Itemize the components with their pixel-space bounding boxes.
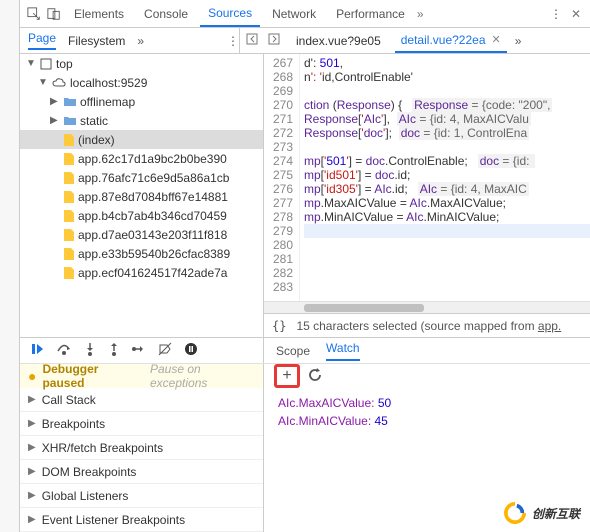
deactivate-breakpoints-icon[interactable] xyxy=(158,342,172,359)
subtab-filesystem[interactable]: Filesystem xyxy=(68,34,125,48)
acc-dom-breakpoints[interactable]: ▶DOM Breakpoints xyxy=(20,460,263,484)
tree-file[interactable]: app.d7ae03143e203f11f818 xyxy=(20,225,263,244)
close-icon[interactable]: ✕ xyxy=(492,33,501,46)
file-tab-label: detail.vue?22ea xyxy=(401,33,486,47)
tree-index[interactable]: (index) xyxy=(20,130,263,149)
file-icon xyxy=(64,229,74,241)
subtab-menu[interactable]: ⋮ xyxy=(227,34,239,48)
code-editor[interactable]: 2672682692702712722732742752762772782792… xyxy=(264,54,590,301)
tree-host[interactable]: ▼localhost:9529 xyxy=(20,73,263,92)
nav-next-icon[interactable] xyxy=(268,32,282,49)
tree-file[interactable]: app.e33b59540b26cfac8389 xyxy=(20,244,263,263)
file-icon xyxy=(64,172,74,184)
file-tabs-overflow[interactable]: » xyxy=(515,34,522,48)
subtab-page[interactable]: Page xyxy=(28,31,56,50)
acc-global-listeners[interactable]: ▶Global Listeners xyxy=(20,484,263,508)
file-tab-detail[interactable]: detail.vue?22ea ✕ xyxy=(395,28,507,53)
tree-top[interactable]: ▼top xyxy=(20,54,263,73)
debugger-paused-banner: ● Debugger paused Pause on exceptions xyxy=(20,364,264,388)
tab-console[interactable]: Console xyxy=(136,0,196,27)
cloud-icon xyxy=(52,78,66,88)
pause-exceptions-label: Pause on exceptions xyxy=(150,362,255,390)
file-tab-index[interactable]: index.vue?9e05 xyxy=(290,28,387,53)
resume-icon[interactable] xyxy=(30,342,44,359)
file-icon xyxy=(64,248,74,260)
watermark: 创新互联 xyxy=(500,500,584,526)
folder-icon xyxy=(64,116,76,126)
status-text: 15 characters selected (source mapped fr… xyxy=(296,319,537,333)
close-devtools[interactable]: ✕ xyxy=(568,7,584,21)
add-watch-button[interactable]: + xyxy=(274,364,300,388)
format-icon[interactable]: {} xyxy=(272,319,286,333)
navigator-tree: ▼top ▼localhost:9529 ▶offlinemap ▶static… xyxy=(20,54,264,337)
main-tabs: Elements Console Sources Network Perform… xyxy=(20,0,590,28)
file-icon xyxy=(64,191,74,203)
tab-elements[interactable]: Elements xyxy=(66,0,132,27)
tree-static[interactable]: ▶static xyxy=(20,111,263,130)
frame-icon xyxy=(40,58,52,70)
tab-watch[interactable]: Watch xyxy=(326,341,360,361)
acc-xhr-breakpoints[interactable]: ▶XHR/fetch Breakpoints xyxy=(20,436,263,460)
file-icon xyxy=(64,267,74,279)
tree-offlinemap[interactable]: ▶offlinemap xyxy=(20,92,263,111)
tree-file[interactable]: app.b4cb7ab4b346cd70459 xyxy=(20,206,263,225)
tree-file[interactable]: app.87e8d7084bff67e14881 xyxy=(20,187,263,206)
tab-scope[interactable]: Scope xyxy=(276,344,310,358)
step-over-icon[interactable] xyxy=(56,342,72,359)
watermark-icon xyxy=(504,502,526,524)
acc-breakpoints[interactable]: ▶Breakpoints xyxy=(20,412,263,436)
source-map-link[interactable]: app. xyxy=(538,319,561,333)
tab-performance[interactable]: Performance xyxy=(328,0,413,27)
refresh-icon[interactable] xyxy=(308,368,322,385)
acc-call-stack[interactable]: ▶Call Stack xyxy=(20,388,263,412)
watch-item[interactable]: AIc.MaxAICValue: 50 xyxy=(278,396,576,410)
step-into-icon[interactable] xyxy=(84,342,96,359)
debugger-controls xyxy=(20,338,264,363)
nav-prev-icon[interactable] xyxy=(246,32,260,49)
accordion-panel: ▶Call Stack ▶Breakpoints ▶XHR/fetch Brea… xyxy=(20,388,264,532)
pause-exceptions-icon[interactable] xyxy=(184,342,198,359)
folder-icon xyxy=(64,97,76,107)
info-icon: ● xyxy=(28,368,36,384)
tree-file[interactable]: app.ecf041624517f42ade7a xyxy=(20,263,263,282)
status-bar: {} 15 characters selected (source mapped… xyxy=(264,313,590,337)
device-icon[interactable] xyxy=(46,7,62,21)
tree-file[interactable]: app.76afc71c6e9d5a86a1cb xyxy=(20,168,263,187)
subtab-overflow[interactable]: » xyxy=(137,34,144,48)
acc-event-listener-breakpoints[interactable]: ▶Event Listener Breakpoints xyxy=(20,508,263,532)
tab-network[interactable]: Network xyxy=(264,0,324,27)
inactive-gutter xyxy=(0,0,20,532)
tree-file[interactable]: app.62c17d1a9bc2b0be390 xyxy=(20,149,263,168)
watch-item[interactable]: AIc.MinAICValue: 45 xyxy=(278,414,576,428)
file-tab-label: index.vue?9e05 xyxy=(296,34,381,48)
file-icon xyxy=(64,134,74,146)
step-out-icon[interactable] xyxy=(108,342,120,359)
code-lines: d': 501,n': 'id,ControlEnable' ction (Re… xyxy=(300,54,590,301)
inspect-icon[interactable] xyxy=(26,7,42,21)
step-icon[interactable] xyxy=(132,342,146,359)
file-icon xyxy=(64,210,74,222)
line-gutter: 2672682692702712722732742752762772782792… xyxy=(264,54,300,301)
file-icon xyxy=(64,153,74,165)
menu-icon[interactable]: ⋮ xyxy=(548,7,564,21)
tab-sources[interactable]: Sources xyxy=(200,0,260,27)
horizontal-scrollbar[interactable] xyxy=(264,301,590,313)
tabs-overflow[interactable]: » xyxy=(417,7,424,21)
